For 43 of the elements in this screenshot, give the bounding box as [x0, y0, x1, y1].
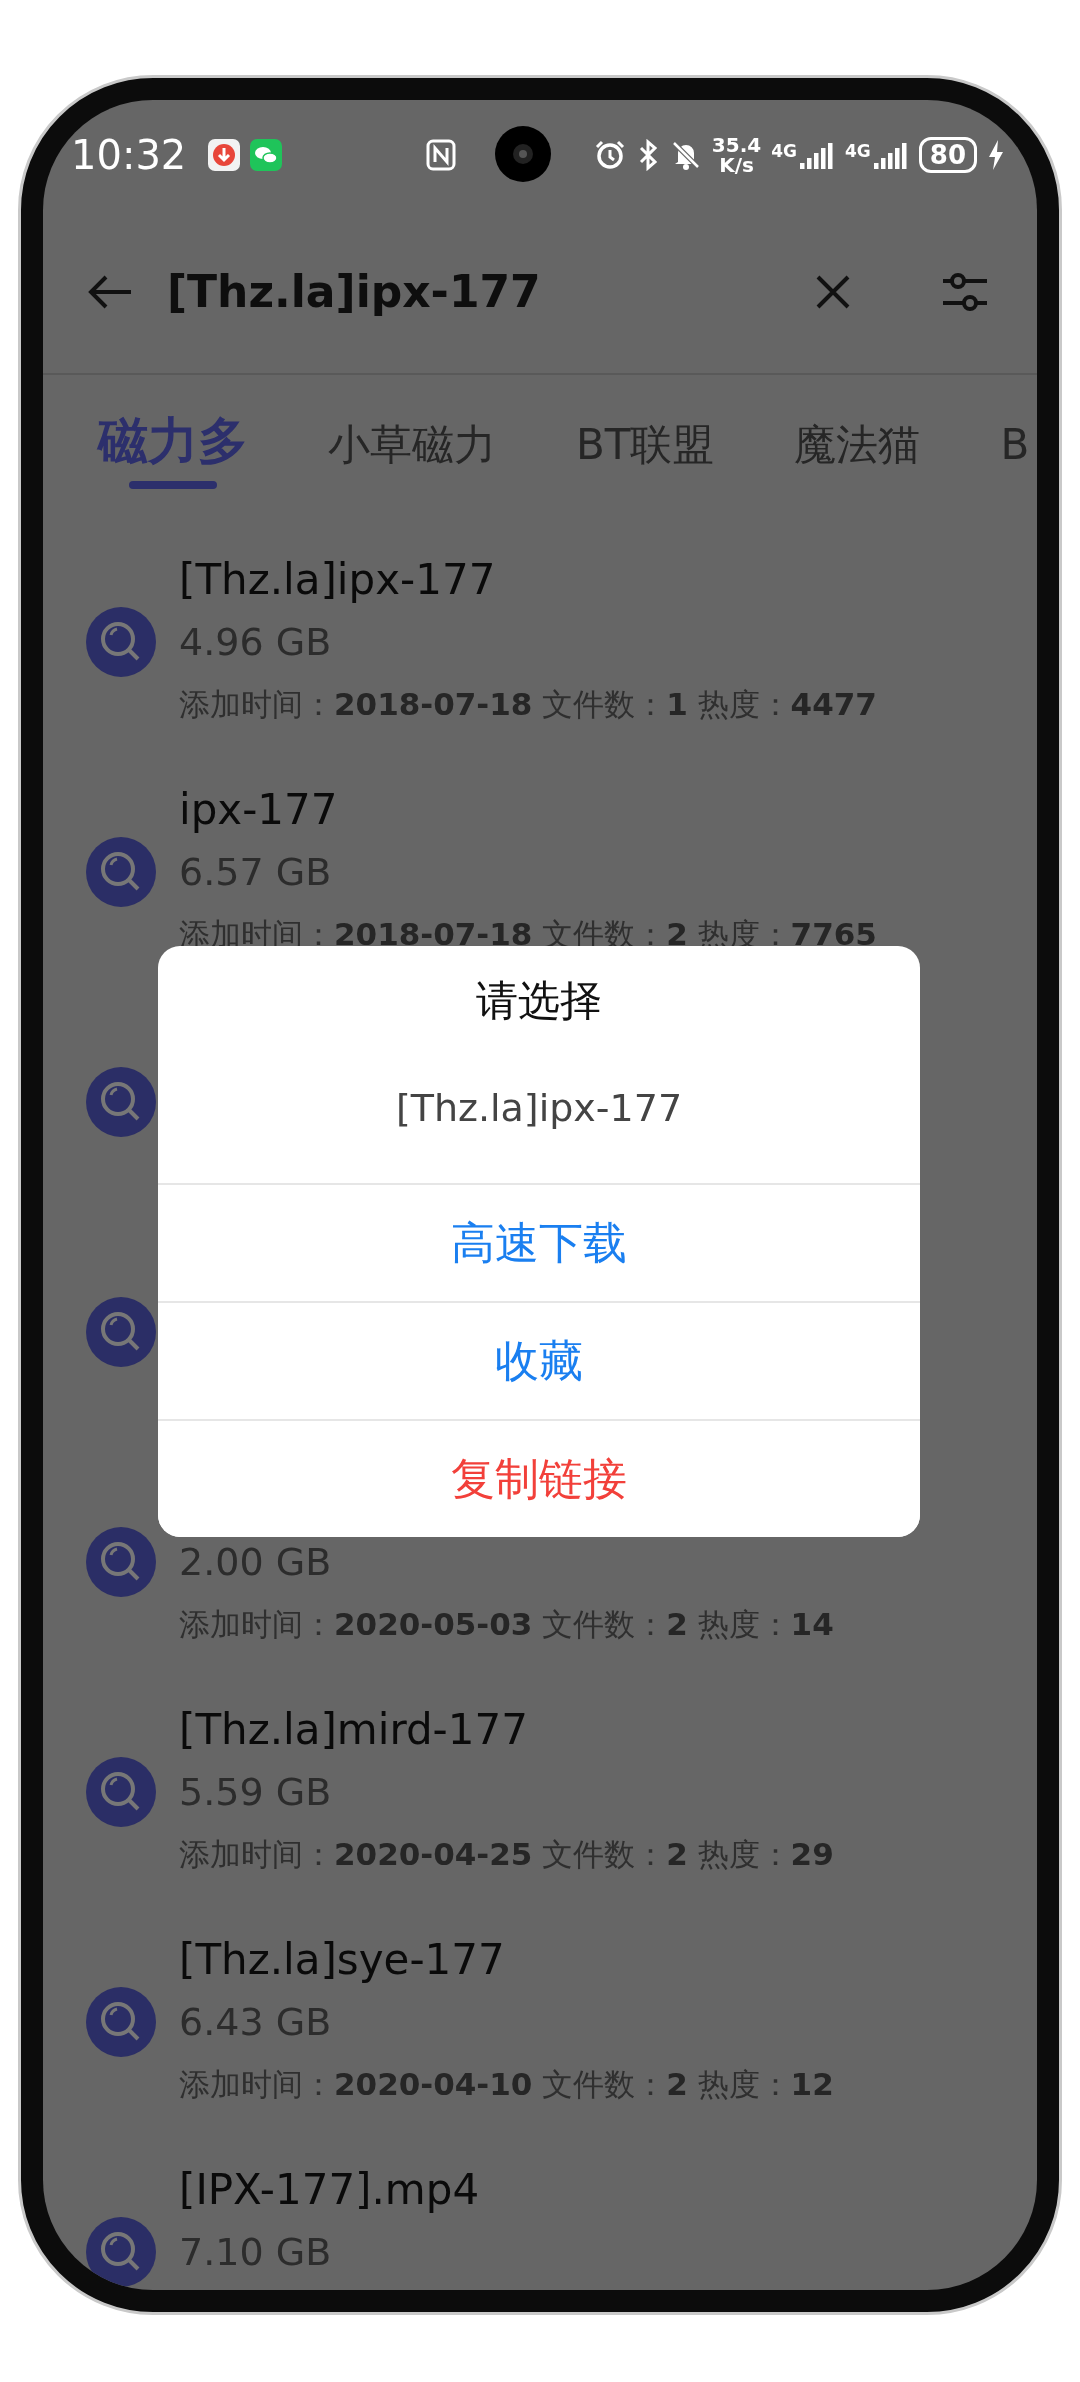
signal-icon	[872, 141, 909, 169]
file-name[interactable]: [Thz.la]mird-177	[179, 1699, 834, 1761]
file-name[interactable]: [Thz.la]ipx-177	[179, 549, 877, 611]
source-tab[interactable]: 小草磁力	[322, 375, 502, 485]
alarm-icon	[593, 139, 626, 171]
file-name[interactable]: ipx-177	[179, 779, 877, 841]
network-type: 4G	[771, 141, 797, 161]
camera-hole-icon	[495, 126, 551, 182]
back-arrow-icon[interactable]	[87, 273, 133, 310]
file-name[interactable]: [IPX-177].mp4	[179, 2159, 480, 2221]
magnifier-icon[interactable]	[86, 1987, 156, 2057]
nfc-icon	[425, 139, 456, 171]
clock: 10:32	[71, 132, 187, 178]
dialog-title: 请选择	[476, 974, 602, 1027]
magnifier-icon[interactable]	[86, 1757, 156, 1827]
file-size: 6.43 GB	[179, 1999, 333, 2046]
close-icon[interactable]	[815, 273, 851, 310]
battery-level: 80	[918, 137, 977, 173]
source-tab[interactable]: BT联盟	[570, 375, 721, 485]
magnifier-icon[interactable]	[86, 1067, 156, 1137]
file-size: 4.96 GB	[179, 619, 333, 666]
download-app-icon[interactable]	[208, 139, 241, 171]
file-size: 5.59 GB	[179, 1769, 333, 1816]
file-name[interactable]: [Thz.la]sye-177	[179, 1929, 834, 1991]
source-tab[interactable]: 魔法猫	[788, 375, 927, 485]
magnifier-icon[interactable]	[86, 1297, 156, 1367]
charging-icon	[987, 139, 1005, 171]
file-size: 6.57 GB	[179, 849, 333, 896]
search-query[interactable]: [Thz.la]ipx-177	[167, 266, 541, 317]
magnifier-icon[interactable]	[86, 2217, 156, 2287]
signal-icon	[799, 141, 835, 169]
network-type: 4G	[845, 141, 871, 161]
file-size: 2.00 GB	[179, 1539, 333, 1586]
file-size: 7.10 GB	[179, 2229, 333, 2276]
source-tab[interactable]: B	[994, 375, 1036, 485]
magnifier-icon[interactable]	[86, 607, 156, 677]
dialog-option[interactable]: 复制链接	[158, 1419, 920, 1537]
chat-app-icon[interactable]	[250, 139, 283, 171]
magnifier-icon[interactable]	[86, 1527, 156, 1597]
network-speed: 35.4	[711, 135, 762, 155]
magnifier-icon[interactable]	[86, 837, 156, 907]
dialog-subtitle: [Thz.la]ipx-177	[395, 1086, 683, 1130]
speed-unit: K/s	[719, 155, 754, 175]
